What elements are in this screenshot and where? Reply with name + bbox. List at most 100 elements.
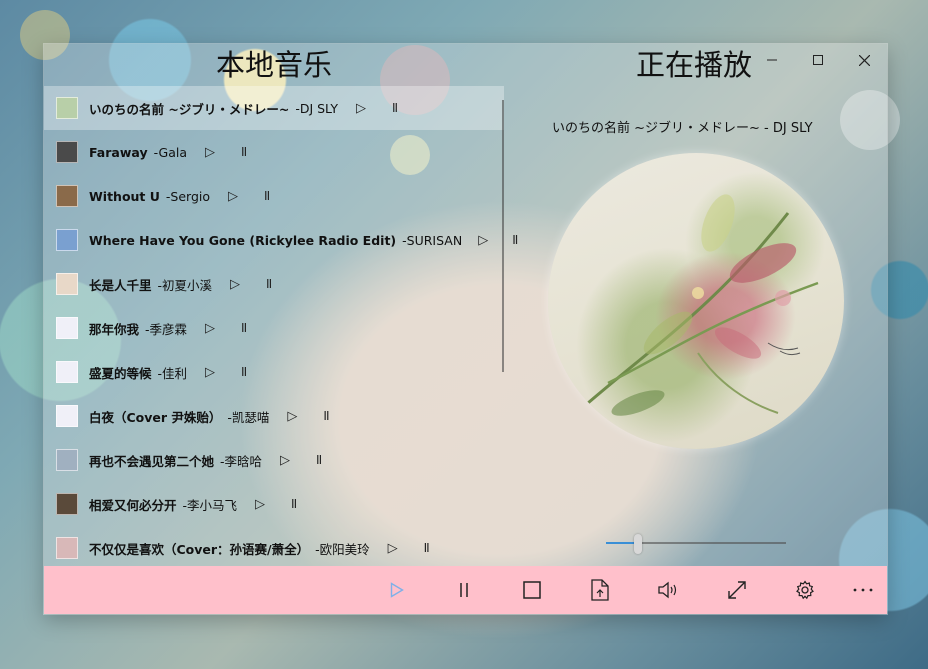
track-play-button[interactable]: ▷ [226, 189, 240, 204]
track-title: いのちの名前 ~ジブリ・メドレー~ [89, 101, 290, 117]
track-pause-button[interactable]: II [241, 365, 247, 379]
track-thumbnail [56, 273, 78, 295]
track-title: 白夜（Cover 尹姝贻） [89, 409, 222, 425]
volume-slider[interactable] [606, 534, 786, 554]
volume-button[interactable] [645, 566, 693, 614]
track-title: 再也不会遇见第二个她 [89, 453, 215, 469]
track-artist: -李小马飞 [182, 497, 238, 513]
track-list-scrollbar[interactable] [502, 100, 504, 372]
track-thumbnail [56, 493, 78, 515]
track-play-button[interactable]: ▷ [386, 541, 400, 556]
track-row[interactable]: Faraway -Gala ▷ II [44, 130, 504, 174]
pause-icon [460, 583, 468, 597]
music-player-window: 本地音乐 正在播放 いのちの名前 ~ジブリ・メドレー~ -DJ SLY ▷ II Far… [44, 44, 887, 614]
track-thumbnail [56, 317, 78, 339]
close-icon [858, 54, 870, 66]
close-button[interactable] [841, 44, 887, 76]
track-pause-button[interactable]: II [264, 189, 270, 203]
track-artist: -DJ SLY [295, 100, 338, 116]
track-play-button[interactable]: ▷ [203, 321, 217, 336]
track-title: Without U [89, 188, 160, 204]
track-artist: -SURISAN [402, 232, 463, 248]
track-thumbnail [56, 229, 78, 251]
album-art-flowers [587, 194, 819, 416]
minimize-button[interactable] [749, 44, 795, 76]
track-artist: -初夏小溪 [157, 277, 213, 293]
track-title: Faraway [89, 144, 148, 160]
track-artist: -Sergio [165, 188, 211, 204]
maximize-button[interactable] [795, 44, 841, 76]
track-thumbnail [56, 405, 78, 427]
track-pause-button[interactable]: II [512, 233, 518, 247]
track-row[interactable]: 不仅仅是喜欢（Cover：孙语赛/萧全） -欧阳美玲 ▷ II [44, 526, 504, 570]
window-controls [749, 44, 887, 76]
track-title: 不仅仅是喜欢（Cover：孙语赛/萧全） [89, 541, 310, 557]
local-music-heading: 本地音乐 [216, 48, 333, 82]
track-pause-button[interactable]: II [424, 541, 430, 555]
track-row[interactable]: Where Have You Gone (Rickylee Radio Edit… [44, 218, 518, 262]
track-title: 长是人千里 [89, 277, 152, 293]
track-row[interactable]: 再也不会遇见第二个她 -李晗哈 ▷ II [44, 438, 504, 482]
track-pause-button[interactable]: II [266, 277, 272, 291]
track-artist: -季彦霖 [145, 321, 188, 337]
track-row[interactable]: 白夜（Cover 尹姝贻） -凯瑟喵 ▷ II [44, 394, 504, 438]
volume-thumb[interactable] [634, 534, 643, 554]
open-file-icon [591, 579, 609, 601]
fullscreen-icon [728, 581, 746, 599]
track-play-button[interactable]: ▷ [228, 277, 242, 292]
play-icon [390, 582, 404, 598]
track-pause-button[interactable]: II [316, 453, 322, 467]
track-artist: -佳利 [157, 365, 188, 381]
track-title: 那年你我 [89, 321, 140, 337]
track-thumbnail [56, 537, 78, 559]
track-title: Where Have You Gone (Rickylee Radio Edit… [89, 232, 397, 248]
track-play-button[interactable]: ▷ [478, 233, 488, 248]
track-artist: -欧阳美玲 [315, 541, 370, 557]
track-play-button[interactable]: ▷ [285, 409, 299, 424]
track-thumbnail [56, 97, 78, 119]
track-thumbnail [56, 185, 78, 207]
play-button[interactable] [373, 566, 421, 614]
track-row[interactable]: 相爱又何必分开 -李小马飞 ▷ II [44, 482, 504, 526]
open-file-button[interactable] [576, 566, 624, 614]
track-play-button[interactable]: ▷ [203, 365, 217, 380]
minimize-icon [767, 59, 777, 61]
now-playing-heading: 正在播放 [636, 48, 753, 82]
track-title: 相爱又何必分开 [89, 497, 177, 513]
track-thumbnail [56, 449, 78, 471]
track-list: いのちの名前 ~ジブリ・メドレー~ -DJ SLY ▷ II Faraway -Gala ▷… [44, 86, 518, 570]
pause-button[interactable] [440, 566, 488, 614]
track-row[interactable]: 长是人千里 -初夏小溪 ▷ II [44, 262, 504, 306]
track-artist: -凯瑟喵 [227, 409, 270, 425]
track-play-button[interactable]: ▷ [278, 453, 292, 468]
track-row[interactable]: いのちの名前 ~ジブリ・メドレー~ -DJ SLY ▷ II [44, 86, 504, 130]
stop-button[interactable] [508, 566, 556, 614]
stop-icon [523, 581, 541, 599]
track-row[interactable]: 那年你我 -季彦霖 ▷ II [44, 306, 504, 350]
track-artist: -Gala [153, 144, 188, 160]
more-button[interactable] [839, 566, 887, 614]
maximize-icon [813, 55, 823, 65]
track-artist: -李晗哈 [220, 453, 263, 469]
now-playing-title: いのちの名前 ~ジブリ・メドレー~ - DJ SLY [552, 121, 813, 136]
track-pause-button[interactable]: II [241, 145, 247, 159]
track-row[interactable]: Without U -Sergio ▷ II [44, 174, 504, 218]
track-pause-button[interactable]: II [291, 497, 297, 511]
album-art-disc [548, 153, 844, 449]
track-pause-button[interactable]: II [241, 321, 247, 335]
track-thumbnail [56, 361, 78, 383]
settings-button[interactable] [781, 566, 829, 614]
track-title: 盛夏的等候 [89, 365, 152, 381]
track-row[interactable]: 盛夏的等候 -佳利 ▷ II [44, 350, 504, 394]
gear-icon [796, 580, 814, 600]
bottom-control-bar [44, 566, 887, 614]
track-play-button[interactable]: ▷ [354, 101, 368, 116]
more-icon [853, 588, 873, 592]
fullscreen-button[interactable] [713, 566, 761, 614]
volume-icon [658, 581, 677, 599]
track-pause-button[interactable]: II [392, 101, 398, 115]
track-thumbnail [56, 141, 78, 163]
track-play-button[interactable]: ▷ [253, 497, 267, 512]
track-pause-button[interactable]: II [323, 409, 329, 423]
track-play-button[interactable]: ▷ [203, 145, 217, 160]
